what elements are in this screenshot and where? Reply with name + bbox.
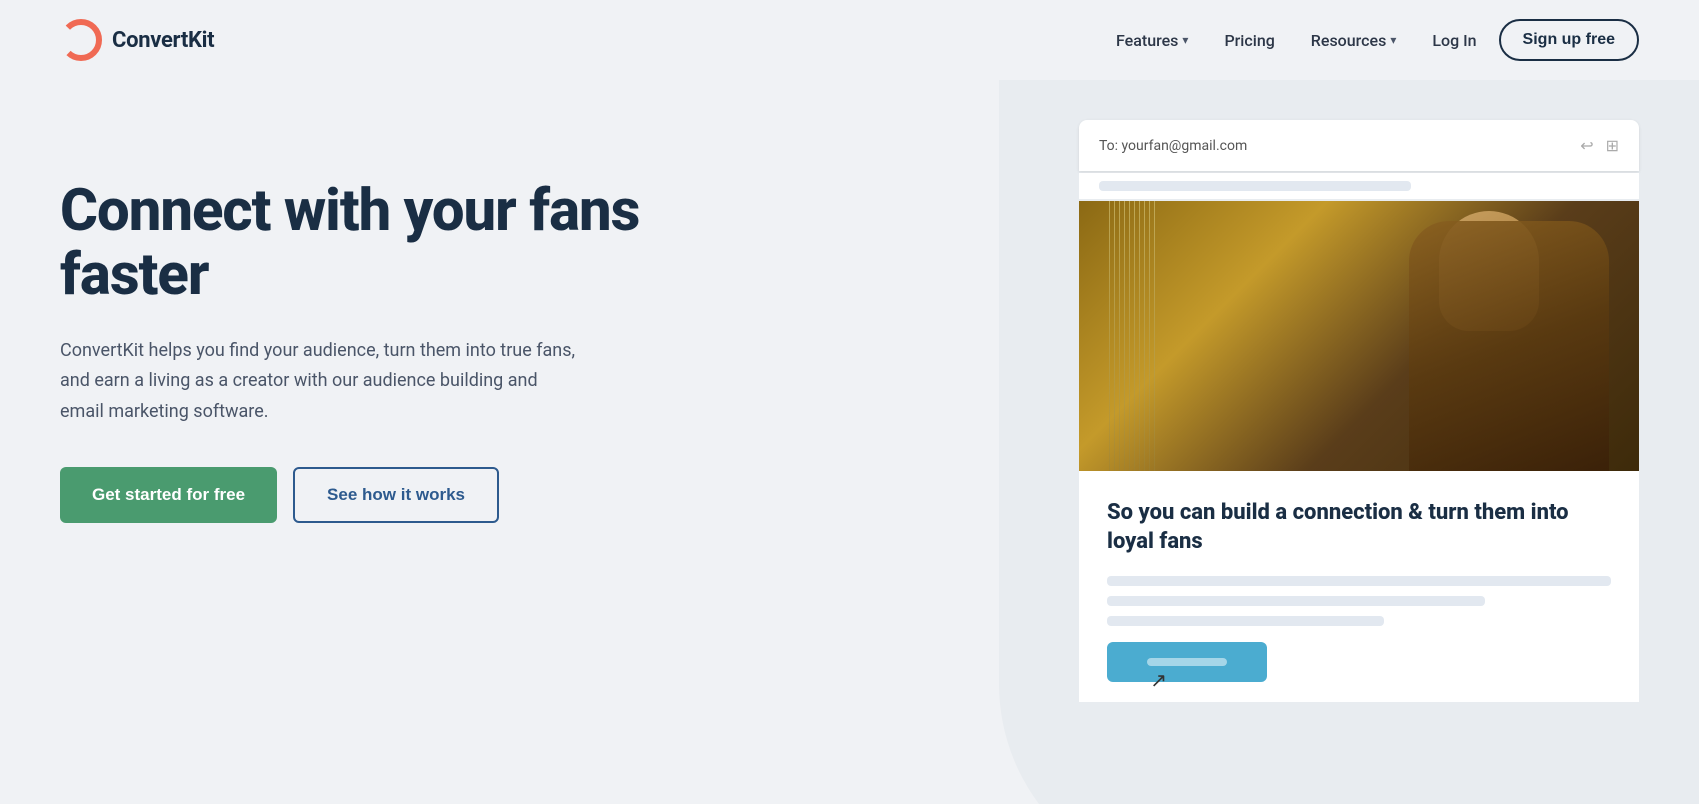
hero-title: Connect with your fans faster [60, 180, 640, 308]
email-content: So you can build a connection & turn the… [1079, 471, 1639, 702]
harp-string-9 [1149, 201, 1150, 471]
logo[interactable]: ConvertKit [60, 19, 214, 61]
features-label: Features [1116, 31, 1178, 50]
resources-label: Resources [1311, 31, 1387, 50]
email-image [1079, 201, 1639, 471]
features-chevron-icon: ▾ [1182, 33, 1188, 47]
email-to-address: To: yourfan@gmail.com [1099, 138, 1247, 154]
login-label: Log In [1432, 31, 1476, 50]
harp-string-7 [1139, 201, 1140, 471]
email-text-line-1 [1107, 576, 1611, 586]
email-header: To: yourfan@gmail.com ↩ ⊞ [1079, 120, 1639, 171]
pricing-label: Pricing [1224, 31, 1274, 50]
hero-right-content: To: yourfan@gmail.com ↩ ⊞ [700, 120, 1639, 702]
nav-resources[interactable]: Resources ▾ [1297, 23, 1411, 58]
nav-links: Features ▾ Pricing Resources ▾ Log In Si… [1102, 19, 1639, 61]
signup-label: Sign up free [1523, 31, 1615, 48]
email-text-line-2 [1107, 596, 1485, 606]
harp-string-10 [1154, 201, 1155, 471]
harp-string-2 [1114, 201, 1115, 471]
harp-strings [1109, 201, 1309, 471]
hero-subtitle: ConvertKit helps you find your audience,… [60, 336, 580, 428]
see-how-label: See how it works [327, 485, 465, 504]
see-how-button[interactable]: See how it works [293, 467, 499, 523]
hero-buttons: Get started for free See how it works [60, 467, 640, 523]
email-card: So you can build a connection & turn the… [1079, 201, 1639, 702]
calendar-icon: ⊞ [1606, 136, 1619, 155]
nav-login[interactable]: Log In [1418, 23, 1490, 58]
email-mockup: To: yourfan@gmail.com ↩ ⊞ [1079, 120, 1639, 702]
nav-signup-button[interactable]: Sign up free [1499, 19, 1639, 61]
harp-string-3 [1119, 201, 1120, 471]
person-body [1409, 221, 1609, 471]
get-started-label: Get started for free [92, 485, 245, 504]
reply-icon: ↩ [1580, 136, 1593, 155]
resources-chevron-icon: ▾ [1390, 33, 1396, 47]
logo-icon [60, 19, 102, 61]
nav-features[interactable]: Features ▾ [1102, 23, 1202, 58]
harp-string-1 [1109, 201, 1110, 471]
harp-string-8 [1144, 201, 1145, 471]
email-cta-button: ↗ [1107, 642, 1267, 682]
email-subject-bar [1079, 173, 1639, 199]
harp-string-6 [1134, 201, 1135, 471]
email-text-line-3 [1107, 616, 1384, 626]
navbar: ConvertKit Features ▾ Pricing Resources … [0, 0, 1699, 80]
hero-section: Connect with your fans faster ConvertKit… [0, 80, 1699, 804]
email-subject-line [1099, 181, 1411, 191]
cursor-icon: ↗ [1150, 668, 1167, 692]
get-started-button[interactable]: Get started for free [60, 467, 277, 523]
brand-name: ConvertKit [112, 28, 214, 53]
harp-string-4 [1124, 201, 1125, 471]
email-header-icons: ↩ ⊞ [1580, 136, 1619, 155]
nav-pricing[interactable]: Pricing [1210, 23, 1288, 58]
email-cta-content [1147, 658, 1227, 666]
harp-string-5 [1129, 201, 1130, 471]
hero-left-content: Connect with your fans faster ConvertKit… [60, 120, 640, 523]
email-content-title: So you can build a connection & turn the… [1107, 499, 1611, 556]
